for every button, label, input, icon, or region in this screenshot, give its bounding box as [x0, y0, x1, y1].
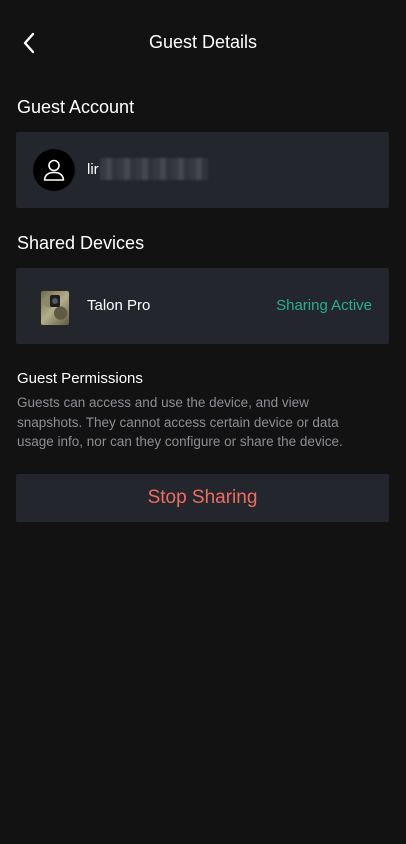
guest-account-card[interactable]: lir	[16, 132, 389, 208]
page-title: Guest Details	[148, 32, 258, 52]
avatar	[33, 149, 75, 191]
shared-devices-heading: Shared Devices	[17, 233, 145, 253]
header: Guest Details	[0, 0, 406, 84]
permissions-description: Guests can access and use the device, an…	[17, 395, 343, 449]
guest-account-name: lir	[87, 161, 99, 178]
camera-lens	[50, 295, 60, 307]
redacted-account-text	[100, 158, 208, 180]
stop-sharing-button[interactable]: Stop Sharing	[16, 474, 389, 522]
guest-account-heading: Guest Account	[17, 97, 135, 117]
user-icon	[43, 159, 65, 181]
trail-camera-icon	[40, 290, 70, 326]
sharing-status: Sharing Active	[276, 297, 372, 314]
permissions-title: Guest Permissions	[17, 370, 143, 387]
shared-device-row[interactable]: Talon Pro Sharing Active	[16, 268, 389, 344]
device-name: Talon Pro	[87, 297, 151, 314]
